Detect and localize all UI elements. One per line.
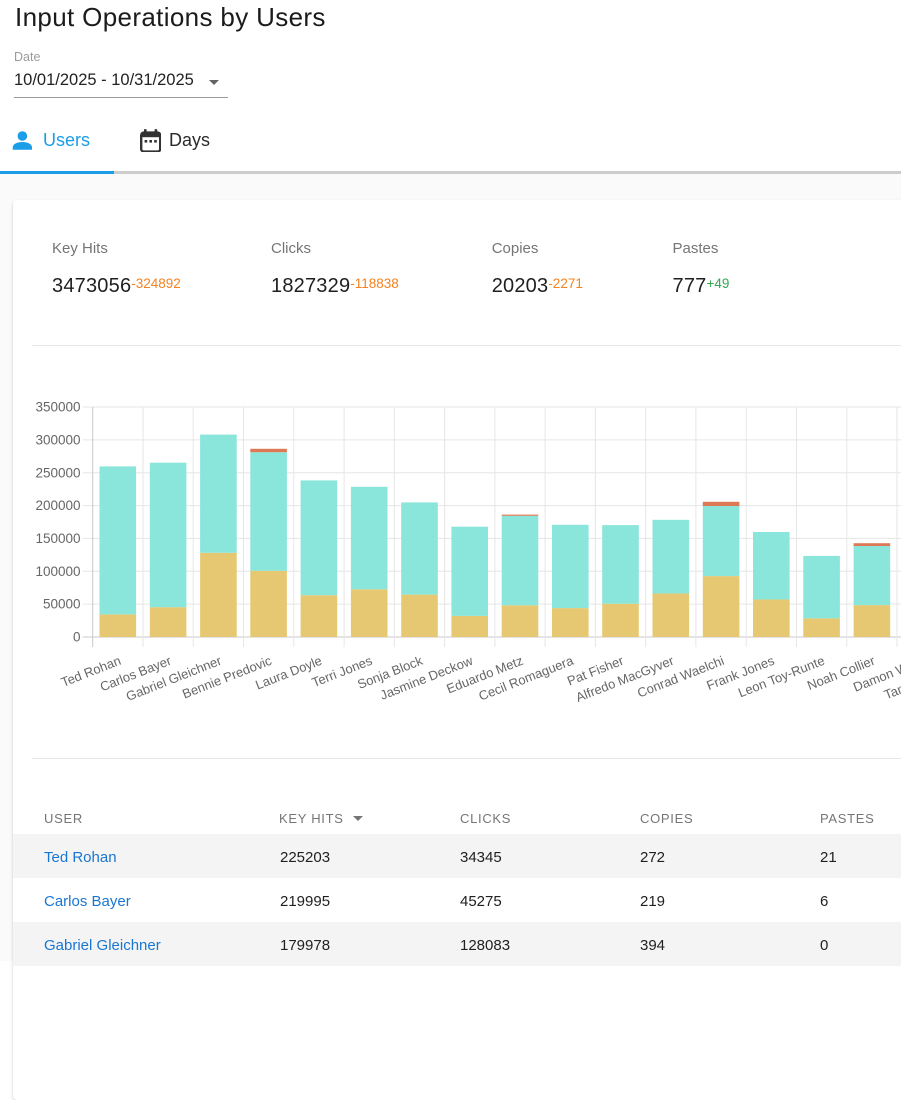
svg-text:250000: 250000 [35, 465, 80, 480]
svg-text:200000: 200000 [35, 498, 80, 513]
svg-text:300000: 300000 [35, 433, 80, 448]
svg-text:0: 0 [73, 630, 81, 645]
svg-text:350000: 350000 [35, 400, 80, 415]
svg-text:50000: 50000 [43, 597, 81, 612]
svg-text:100000: 100000 [35, 564, 80, 579]
svg-text:150000: 150000 [35, 531, 80, 546]
